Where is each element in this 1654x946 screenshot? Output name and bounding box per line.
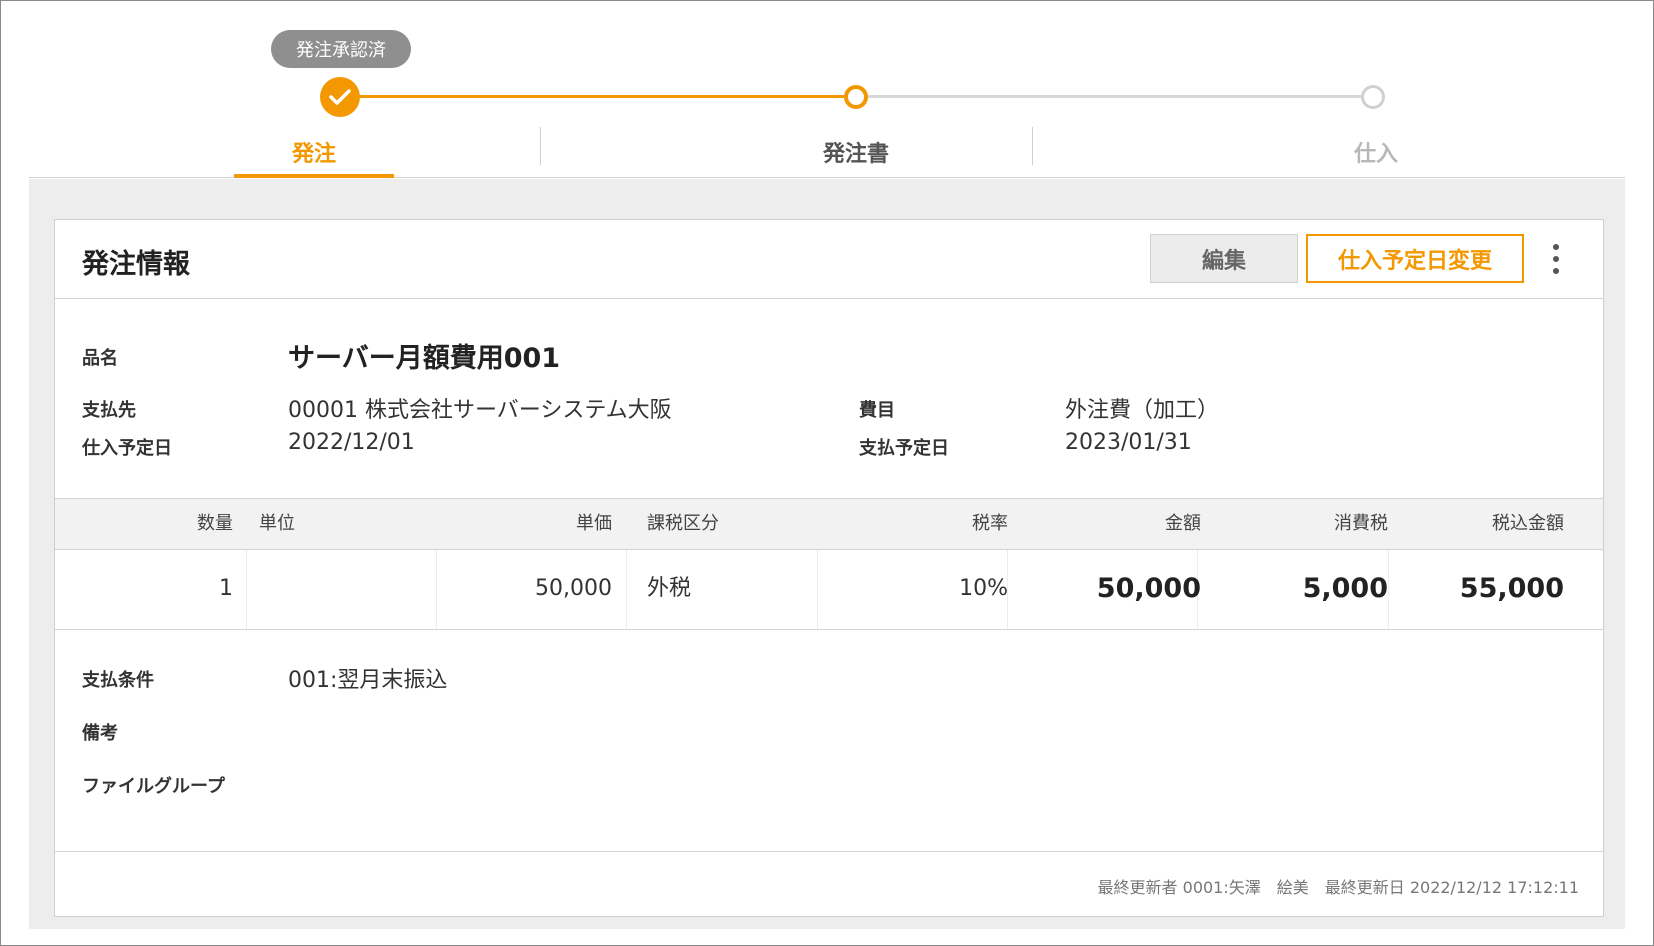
step-complete-check-icon	[320, 77, 360, 117]
file-group-label: ファイルグループ	[82, 776, 225, 797]
more-vertical-icon[interactable]	[1541, 242, 1571, 276]
edit-button[interactable]: 編集	[1150, 234, 1298, 283]
last-updated-info: 最終更新者 0001:矢澤 絵美 最終更新日 2022/12/12 17:12:…	[1097, 878, 1579, 897]
payee-value: 00001 株式会社サーバーシステム大阪	[288, 398, 672, 423]
card-title: 発注情報	[82, 249, 190, 280]
tab-divider	[1032, 127, 1033, 165]
tab-purchase[interactable]: 仕入	[1291, 125, 1461, 178]
cell-tax-rate: 10%	[959, 576, 1008, 601]
col-unit-price: 単価	[576, 513, 612, 534]
payment-date-label: 支払予定日	[859, 438, 949, 459]
stepper-track-pending	[857, 95, 1373, 98]
payment-date-value: 2023/01/31	[1065, 430, 1192, 455]
cell-tax-class: 外税	[647, 576, 692, 601]
window-frame: 発注承認済 発注 発注書 仕入 発注情報 編集 仕入予定日変更 品名 サーバー月…	[0, 0, 1654, 946]
col-quantity: 数量	[197, 513, 233, 534]
remarks-label: 備考	[82, 723, 118, 744]
cell-unit-price: 50,000	[535, 576, 612, 601]
change-purchase-date-button[interactable]: 仕入予定日変更	[1306, 234, 1524, 283]
progress-stepper: 発注承認済 発注 発注書 仕入	[29, 1, 1625, 178]
card-footer: 最終更新者 0001:矢澤 絵美 最終更新日 2022/12/12 17:12:…	[55, 851, 1603, 917]
payment-terms-label: 支払条件	[82, 670, 154, 691]
expense-label: 費目	[859, 400, 895, 421]
col-tax: 消費税	[1334, 513, 1388, 534]
item-name-value: サーバー月額費用001	[288, 343, 561, 374]
tab-purchase-order-document[interactable]: 発注書	[771, 125, 941, 178]
tab-divider	[540, 127, 541, 165]
card-header: 発注情報 編集 仕入予定日変更	[55, 220, 1603, 299]
col-tax-rate: 税率	[972, 513, 1008, 534]
purchase-date-label: 仕入予定日	[82, 438, 172, 459]
stepper-track-complete	[359, 95, 857, 98]
cell-tax: 5,000	[1302, 573, 1388, 604]
col-total: 税込金額	[1492, 513, 1564, 534]
payee-label: 支払先	[82, 400, 136, 421]
cell-total: 55,000	[1459, 573, 1564, 604]
payment-terms-value: 001:翌月末振込	[288, 668, 448, 693]
step-current-marker	[844, 85, 868, 109]
expense-value: 外注費（加工）	[1065, 398, 1220, 423]
col-unit: 単位	[259, 513, 295, 534]
col-tax-class: 課税区分	[647, 513, 719, 534]
item-name-label: 品名	[82, 348, 118, 369]
cell-quantity: 1	[219, 576, 233, 601]
status-badge: 発注承認済	[271, 30, 411, 68]
purchase-date-value: 2022/12/01	[288, 430, 415, 455]
cell-amount: 50,000	[1096, 573, 1201, 604]
tab-order[interactable]: 発注	[234, 125, 394, 178]
table-row: 1 50,000 外税 10% 50,000 5,000 55,000	[55, 550, 1603, 630]
order-info-card: 発注情報 編集 仕入予定日変更 品名 サーバー月額費用001 支払先 00001…	[54, 219, 1604, 917]
col-amount: 金額	[1165, 513, 1201, 534]
step-pending-marker	[1361, 85, 1385, 109]
line-items-header: 数量 単位 単価 課税区分 税率 金額 消費税 税込金額	[55, 498, 1603, 550]
